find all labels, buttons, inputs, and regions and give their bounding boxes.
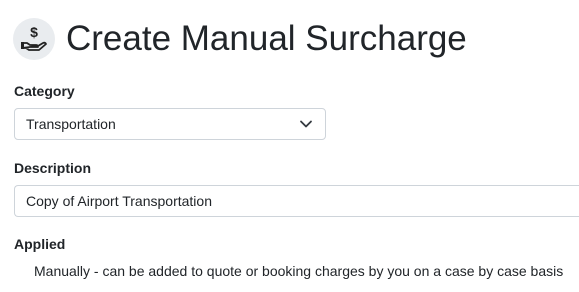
hand-dollar-icon: $ xyxy=(13,18,55,60)
description-label: Description xyxy=(14,160,92,176)
page-title: Create Manual Surcharge xyxy=(66,19,467,58)
page-header: $ Create Manual Surcharge xyxy=(13,16,467,62)
chevron-down-icon xyxy=(299,117,313,131)
description-input[interactable] xyxy=(14,185,579,217)
category-label: Category xyxy=(14,83,75,99)
category-select[interactable]: Transportation xyxy=(14,108,326,140)
svg-text:$: $ xyxy=(30,24,38,40)
category-selected-value: Transportation xyxy=(26,116,116,132)
applied-label: Applied xyxy=(14,236,66,252)
applied-description: Manually - can be added to quote or book… xyxy=(34,263,564,279)
